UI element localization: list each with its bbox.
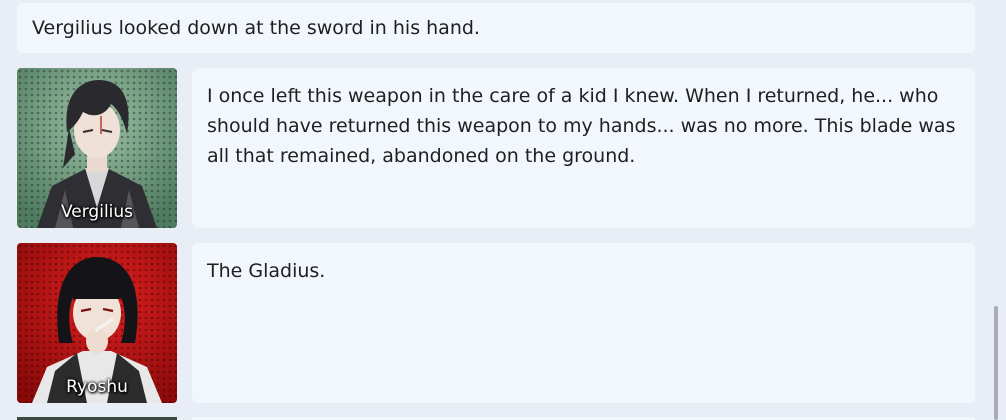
dialogue-text: I once left this weapon in the care of a… bbox=[207, 85, 956, 167]
dialogue-entry: Ryoshu The Gladius. bbox=[17, 243, 975, 403]
speaker-name: Vergilius bbox=[60, 202, 134, 222]
scrollbar-thumb[interactable] bbox=[994, 306, 998, 420]
narration-box: Vergilius looked down at the sword in hi… bbox=[17, 3, 975, 53]
narration-text: Vergilius looked down at the sword in hi… bbox=[32, 17, 480, 39]
speaker-portrait: Ryoshu bbox=[17, 243, 177, 403]
speaker-name: Ryoshu bbox=[66, 377, 128, 397]
speaker-portrait: Vergilius bbox=[17, 68, 177, 228]
dialogue-entry: Vergilius I once left this weapon in the… bbox=[17, 68, 975, 228]
dialogue-bubble: I once left this weapon in the care of a… bbox=[192, 68, 975, 228]
dialogue-bubble: The Gladius. bbox=[192, 243, 975, 403]
dialogue-text: The Gladius. bbox=[207, 260, 326, 282]
